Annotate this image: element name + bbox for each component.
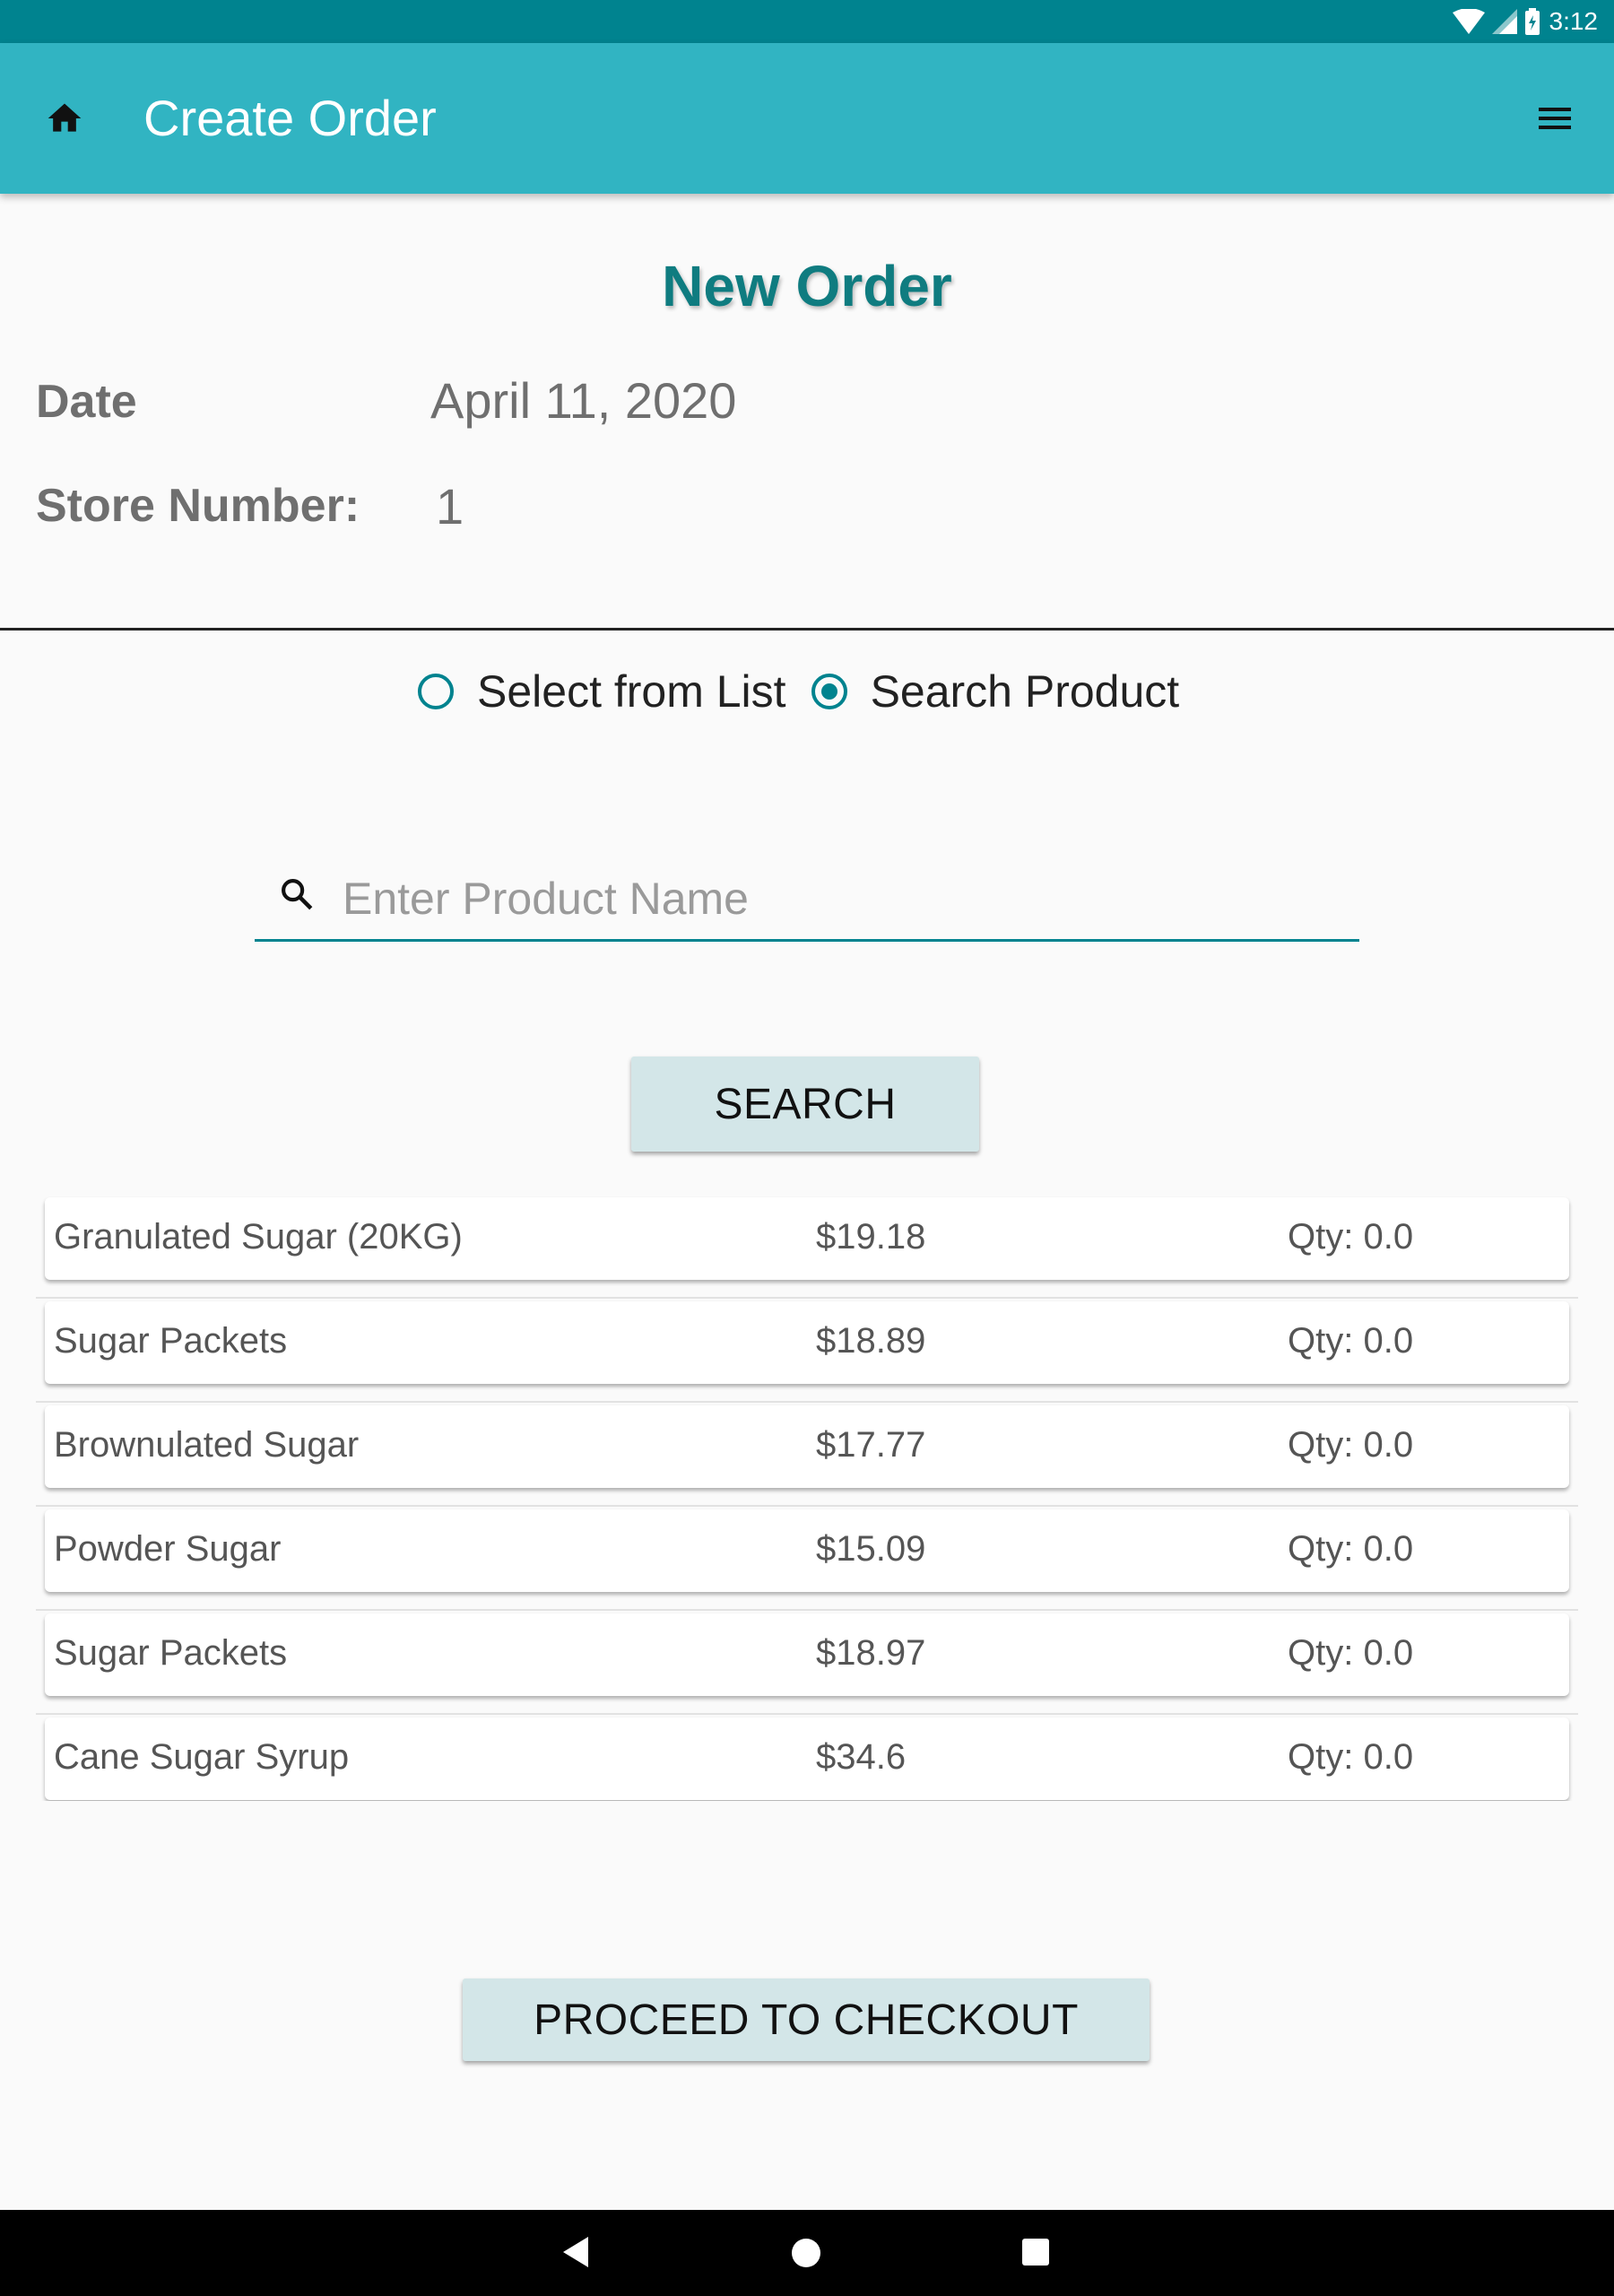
- product-qty: Qty: 0.0: [1288, 1321, 1414, 1361]
- radio-select-from-list[interactable]: Select from List: [418, 665, 786, 718]
- radio-unchecked-icon: [418, 674, 454, 709]
- date-value: April 11, 2020: [430, 372, 737, 429]
- product-qty: Qty: 0.0: [1288, 1737, 1414, 1777]
- search-button[interactable]: SEARCH: [631, 1057, 979, 1152]
- product-price: $17.77: [816, 1425, 926, 1465]
- product-name: Sugar Packets: [54, 1321, 288, 1361]
- product-price: $18.89: [816, 1321, 926, 1361]
- product-name: Cane Sugar Syrup: [54, 1737, 350, 1777]
- list-item[interactable]: Cane Sugar Syrup $34.6 Qty: 0.0: [36, 1715, 1578, 1801]
- product-qty: Qty: 0.0: [1288, 1425, 1414, 1465]
- nav-home-icon[interactable]: [792, 2239, 820, 2267]
- search-icon: [278, 875, 316, 913]
- battery-icon: [1524, 8, 1540, 35]
- product-card[interactable]: Powder Sugar $15.09 Qty: 0.0: [45, 1509, 1569, 1592]
- wifi-icon: [1452, 9, 1485, 34]
- product-price: $19.18: [816, 1217, 926, 1257]
- page-title: Create Order: [143, 90, 437, 146]
- list-item[interactable]: Powder Sugar $15.09 Qty: 0.0: [36, 1507, 1578, 1611]
- product-card[interactable]: Cane Sugar Syrup $34.6 Qty: 0.0: [45, 1718, 1569, 1800]
- product-qty: Qty: 0.0: [1288, 1529, 1414, 1569]
- list-item[interactable]: Sugar Packets $18.97 Qty: 0.0: [36, 1611, 1578, 1715]
- product-card[interactable]: Sugar Packets $18.89 Qty: 0.0: [45, 1301, 1569, 1384]
- product-card[interactable]: Granulated Sugar (20KG) $19.18 Qty: 0.0: [45, 1197, 1569, 1280]
- product-price: $18.97: [816, 1633, 926, 1673]
- list-item[interactable]: Brownulated Sugar $17.77 Qty: 0.0: [36, 1403, 1578, 1507]
- product-name: Sugar Packets: [54, 1633, 288, 1673]
- menu-icon[interactable]: [1535, 102, 1575, 135]
- proceed-to-checkout-button[interactable]: PROCEED TO CHECKOUT: [463, 1979, 1150, 2061]
- home-icon[interactable]: [45, 99, 84, 138]
- product-price: $34.6: [816, 1737, 907, 1777]
- radio-checked-icon: [811, 674, 847, 709]
- list-item[interactable]: Sugar Packets $18.89 Qty: 0.0: [36, 1299, 1578, 1403]
- status-time: 3:12: [1549, 7, 1599, 35]
- section-divider: [0, 628, 1614, 631]
- product-price: $15.09: [816, 1529, 926, 1569]
- product-card[interactable]: Sugar Packets $18.97 Qty: 0.0: [45, 1613, 1569, 1696]
- product-name: Powder Sugar: [54, 1529, 282, 1569]
- app-bar: Create Order: [0, 43, 1614, 194]
- product-list[interactable]: Granulated Sugar (20KG) $19.18 Qty: 0.0 …: [36, 1195, 1578, 1801]
- signal-icon: [1491, 9, 1517, 34]
- product-name: Brownulated Sugar: [54, 1425, 360, 1465]
- mode-radio-group: Select from List Search Product: [418, 665, 1204, 718]
- product-card[interactable]: Brownulated Sugar $17.77 Qty: 0.0: [45, 1405, 1569, 1488]
- radio-label: Select from List: [477, 666, 786, 717]
- store-number-value: 1: [436, 478, 464, 535]
- radio-search-product[interactable]: Search Product: [811, 665, 1180, 718]
- status-bar: 3:12: [0, 0, 1614, 43]
- recents-icon[interactable]: [1022, 2239, 1049, 2266]
- back-icon[interactable]: [561, 2235, 590, 2274]
- search-input[interactable]: [343, 861, 1347, 936]
- list-item[interactable]: Granulated Sugar (20KG) $19.18 Qty: 0.0: [36, 1195, 1578, 1299]
- system-nav-bar: [0, 2210, 1614, 2296]
- order-heading: New Order: [662, 254, 952, 318]
- product-qty: Qty: 0.0: [1288, 1217, 1414, 1257]
- store-number-label: Store Number:: [36, 480, 360, 532]
- product-name: Granulated Sugar (20KG): [54, 1217, 463, 1257]
- product-qty: Qty: 0.0: [1288, 1633, 1414, 1673]
- search-field: [255, 861, 1359, 942]
- radio-label: Search Product: [870, 666, 1180, 717]
- date-label: Date: [36, 376, 137, 428]
